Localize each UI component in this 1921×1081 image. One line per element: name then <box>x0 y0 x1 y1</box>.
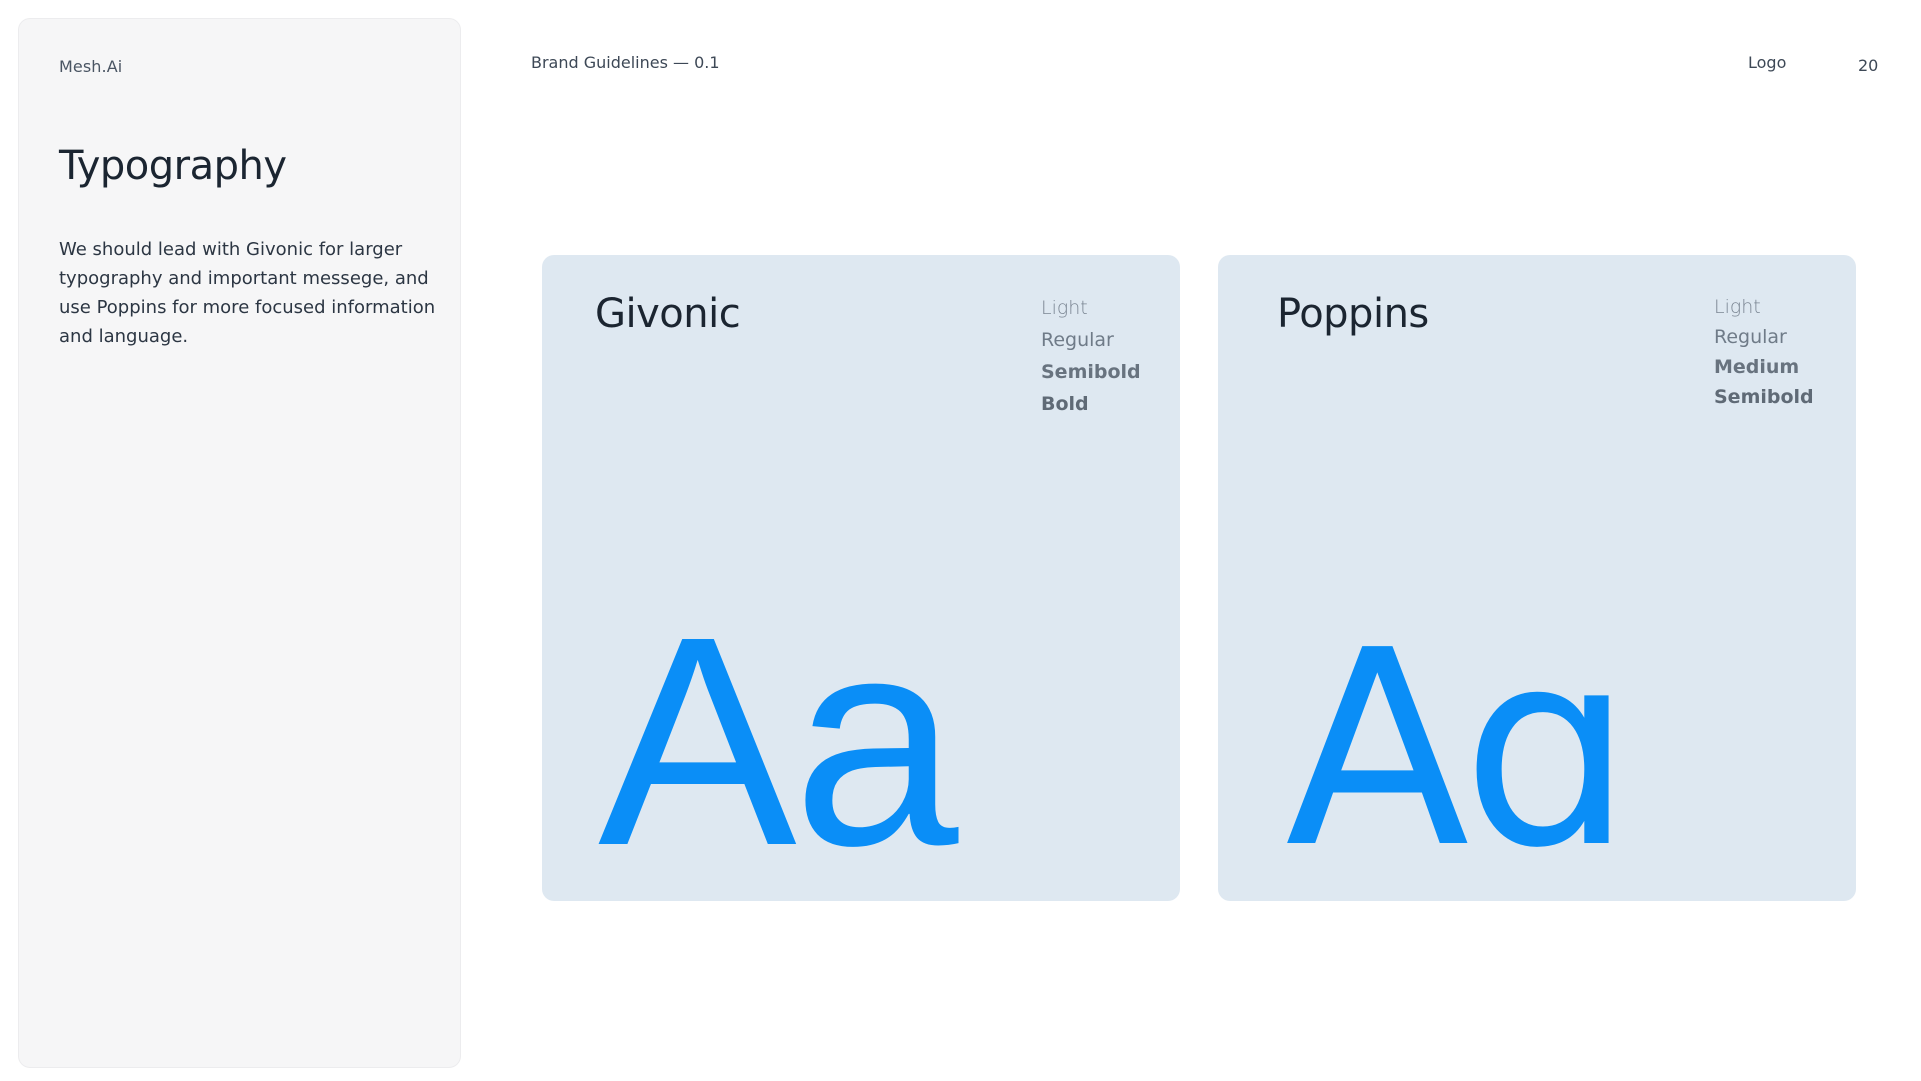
font-card-poppins: Poppins Light Regular Medium Semibold Aɑ <box>1218 255 1856 901</box>
nav-link-logo[interactable]: Logo <box>1748 53 1786 72</box>
font-name: Givonic <box>595 291 741 337</box>
font-specimen: Aa <box>598 575 958 901</box>
sidebar-panel: Mesh.Ai Typography We should lead with G… <box>18 18 461 1068</box>
slide-page: Mesh.Ai Typography We should lead with G… <box>0 0 1921 1081</box>
document-title: Brand Guidelines — 0.1 <box>531 53 720 72</box>
font-weight-item: Light <box>1041 297 1088 319</box>
font-specimen: Aɑ <box>1285 592 1633 901</box>
section-title: Typography <box>59 143 287 189</box>
font-weights-list: Light Regular Semibold Bold <box>1041 292 1141 420</box>
font-weight-item: Semibold <box>1041 361 1141 383</box>
font-weight-item: Semibold <box>1714 386 1814 408</box>
font-weight-item: Regular <box>1041 329 1114 351</box>
font-weight-item: Bold <box>1041 393 1089 415</box>
font-card-givonic: Givonic Light Regular Semibold Bold Aa <box>542 255 1180 901</box>
brand-name: Mesh.Ai <box>59 57 123 76</box>
font-weight-item: Light <box>1714 296 1761 318</box>
font-weight-item: Regular <box>1714 326 1787 348</box>
page-number: 20 <box>1858 56 1879 75</box>
section-description: We should lead with Givonic for larger t… <box>59 239 436 347</box>
font-weight-item: Medium <box>1714 356 1800 378</box>
font-name: Poppins <box>1277 291 1429 337</box>
font-weights-list: Light Regular Medium Semibold <box>1714 292 1814 412</box>
